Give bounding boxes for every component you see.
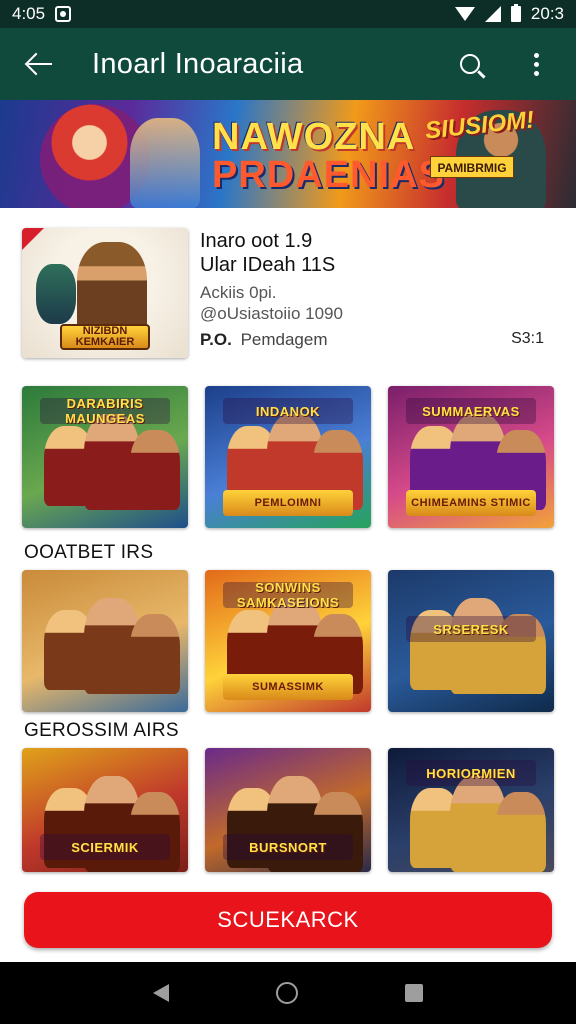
game-subtitle-plate: CHIMEAMINS STIMIC bbox=[406, 490, 536, 516]
banner-title-line2: PRDAENIAS bbox=[212, 154, 445, 196]
game-title-plate: SONWINS SAMKASEIONS bbox=[223, 580, 353, 610]
search-button[interactable] bbox=[446, 40, 494, 88]
featured-meta: P.O. Pemdagem bbox=[200, 330, 328, 350]
character-art bbox=[77, 242, 147, 337]
featured-item[interactable]: NIZIBDN KEMKAIER Inaro oot 1.9 Ular IDea… bbox=[22, 228, 554, 360]
game-tile[interactable]: SONWINS SAMKASEIONS SUMASSIMK bbox=[205, 570, 371, 712]
status-bar: 4:05 20:3 bbox=[0, 0, 576, 28]
app-bar-title: Inoarl Inoaraciia bbox=[92, 47, 304, 80]
character-art bbox=[36, 264, 76, 324]
game-row-1: DARABIRIS MAUNGEAS INDANOK PEMLOIMNI SUMMAE… bbox=[22, 386, 554, 528]
nav-back-icon[interactable] bbox=[153, 984, 170, 1002]
game-tile[interactable]: BURSNORT bbox=[205, 748, 371, 872]
featured-line4: @oUsiastoiio 1090 bbox=[200, 304, 343, 323]
game-tile[interactable]: DARABIRIS MAUNGEAS bbox=[22, 386, 188, 528]
featured-line1: Inaro oot 1.9 bbox=[200, 230, 313, 252]
game-subtitle-plate: SUMASSIMK bbox=[223, 674, 353, 700]
featured-thumbnail[interactable]: NIZIBDN KEMKAIER bbox=[22, 228, 188, 358]
corner-ribbon bbox=[22, 228, 44, 250]
character-art bbox=[130, 792, 180, 872]
game-title-plate: INDANOK bbox=[223, 398, 353, 424]
game-tile[interactable]: INDANOK PEMLOIMNI bbox=[205, 386, 371, 528]
game-title-plate: SUMMAERVAS bbox=[406, 398, 536, 424]
status-time: 4:05 bbox=[12, 4, 46, 23]
game-title-plate: BURSNORT bbox=[223, 834, 353, 860]
game-title-plate: DARABIRIS MAUNGEAS bbox=[40, 396, 170, 426]
more-options-button[interactable] bbox=[512, 40, 560, 88]
featured-line2: Ular IDeah 11S bbox=[200, 254, 336, 276]
back-button[interactable] bbox=[16, 40, 64, 88]
character-art bbox=[313, 792, 363, 872]
game-tile[interactable]: SUMMAERVAS CHIMEAMINS STIMIC bbox=[388, 386, 554, 528]
battery-icon bbox=[510, 4, 521, 22]
featured-meta-label: P.O. bbox=[200, 330, 232, 349]
nav-home-icon[interactable] bbox=[275, 982, 298, 1004]
search-icon bbox=[460, 54, 480, 74]
game-tile[interactable]: SRSERESK bbox=[388, 570, 554, 712]
system-nav-bar bbox=[0, 962, 576, 1024]
game-title-plate: SRSERESK bbox=[406, 616, 536, 642]
notification-icon bbox=[55, 6, 72, 22]
featured-info: Inaro oot 1.9 Ular IDeah 11S Ackiis 0pi.… bbox=[188, 228, 554, 360]
game-tile[interactable]: SCIERMIK bbox=[22, 748, 188, 872]
character-art bbox=[496, 792, 546, 872]
section-title-2: GEROSSIM AIRS bbox=[24, 720, 179, 741]
character-art bbox=[130, 430, 180, 510]
promo-banner[interactable]: NAWOZNA PRDAENIAS SIUSIOM! PAMIBRMIG bbox=[0, 100, 576, 208]
game-tile[interactable]: HORIORMIEN bbox=[388, 748, 554, 872]
game-row-3: SCIERMIK BURSNORT HORIORMIEN bbox=[22, 748, 554, 872]
game-row-2: SONWINS SAMKASEIONS SUMASSIMK SRSERESK bbox=[22, 570, 554, 712]
app-bar: Inoarl Inoaraciia bbox=[0, 28, 576, 100]
nav-recents-icon[interactable] bbox=[404, 984, 423, 1002]
banner-side-plate: PAMIBRMIG bbox=[430, 156, 514, 178]
wifi-icon bbox=[454, 7, 475, 21]
game-tile[interactable] bbox=[22, 570, 188, 712]
featured-badge: NIZIBDN KEMKAIER bbox=[60, 324, 150, 350]
primary-cta-button[interactable]: SCUEKARCK bbox=[24, 892, 552, 948]
more-vert-icon bbox=[533, 52, 539, 76]
back-arrow-icon bbox=[28, 62, 52, 66]
featured-line3: Ackiis 0pi. bbox=[200, 283, 277, 302]
game-title-plate: HORIORMIEN bbox=[406, 760, 536, 786]
featured-meta-value: Pemdagem bbox=[240, 330, 328, 349]
banner-hero-art bbox=[130, 118, 200, 208]
game-title-plate: SCIERMIK bbox=[40, 834, 170, 860]
signal-icon bbox=[484, 6, 501, 22]
character-art bbox=[130, 614, 180, 694]
featured-price: S3:1 bbox=[511, 330, 544, 347]
section-title-1: OOATBET IRS bbox=[24, 542, 154, 563]
game-subtitle-plate: PEMLOIMNI bbox=[223, 490, 353, 516]
banner-title-line1: NAWOZNA bbox=[212, 116, 416, 158]
status-battery-text: 20:3 bbox=[530, 4, 564, 23]
